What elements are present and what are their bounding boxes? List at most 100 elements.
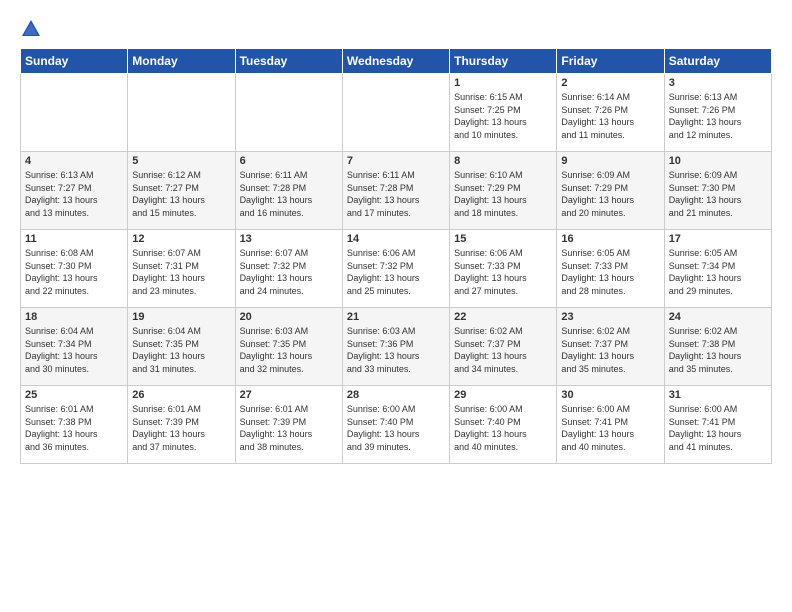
calendar-cell: 12 Sunrise: 6:07 AM Sunset: 7:31 PM Dayli…	[128, 230, 235, 308]
day-number: 21	[347, 311, 445, 323]
day-number: 17	[669, 233, 767, 245]
calendar-cell: 13 Sunrise: 6:07 AM Sunset: 7:32 PM Dayli…	[235, 230, 342, 308]
day-info: Sunrise: 6:04 AM Sunset: 7:34 PM Dayligh…	[25, 325, 123, 375]
calendar-cell: 10 Sunrise: 6:09 AM Sunset: 7:30 PM Dayli…	[664, 152, 771, 230]
day-info: Sunrise: 6:00 AM Sunset: 7:41 PM Dayligh…	[561, 403, 659, 453]
header	[20, 18, 772, 40]
calendar-cell: 25Sunrise: 6:01 AM Sunset: 7:38 PM Dayli…	[21, 386, 128, 464]
day-number: 4	[25, 155, 123, 167]
calendar-cell: 5 Sunrise: 6:12 AM Sunset: 7:27 PM Daylig…	[128, 152, 235, 230]
calendar-cell	[235, 74, 342, 152]
day-number: 22	[454, 311, 552, 323]
day-number: 26	[132, 389, 230, 401]
logo-icon	[20, 18, 42, 40]
col-header-wednesday: Wednesday	[342, 49, 449, 74]
col-header-monday: Monday	[128, 49, 235, 74]
day-number: 24	[669, 311, 767, 323]
day-info: Sunrise: 6:05 AM Sunset: 7:33 PM Dayligh…	[561, 247, 659, 297]
day-info: Sunrise: 6:07 AM Sunset: 7:31 PM Dayligh…	[132, 247, 230, 297]
day-info: Sunrise: 6:08 AM Sunset: 7:30 PM Dayligh…	[25, 247, 123, 297]
calendar-cell: 2 Sunrise: 6:14 AM Sunset: 7:26 PM Daylig…	[557, 74, 664, 152]
day-number: 5	[132, 155, 230, 167]
calendar-cell: 22 Sunrise: 6:02 AM Sunset: 7:37 PM Dayli…	[450, 308, 557, 386]
calendar-cell: 16 Sunrise: 6:05 AM Sunset: 7:33 PM Dayli…	[557, 230, 664, 308]
calendar-header-row: SundayMondayTuesdayWednesdayThursdayFrid…	[21, 49, 772, 74]
week-row-2: 11 Sunrise: 6:08 AM Sunset: 7:30 PM Dayli…	[21, 230, 772, 308]
day-info: Sunrise: 6:06 AM Sunset: 7:32 PM Dayligh…	[347, 247, 445, 297]
day-number: 3	[669, 77, 767, 89]
calendar-cell: 30 Sunrise: 6:00 AM Sunset: 7:41 PM Dayli…	[557, 386, 664, 464]
day-info: Sunrise: 6:02 AM Sunset: 7:37 PM Dayligh…	[454, 325, 552, 375]
calendar-cell: 14 Sunrise: 6:06 AM Sunset: 7:32 PM Dayli…	[342, 230, 449, 308]
calendar-cell: 6Sunrise: 6:11 AM Sunset: 7:28 PM Daylig…	[235, 152, 342, 230]
day-number: 30	[561, 389, 659, 401]
day-number: 28	[347, 389, 445, 401]
day-number: 11	[25, 233, 123, 245]
day-info: Sunrise: 6:03 AM Sunset: 7:36 PM Dayligh…	[347, 325, 445, 375]
day-info: Sunrise: 6:09 AM Sunset: 7:29 PM Dayligh…	[561, 169, 659, 219]
day-info: Sunrise: 6:07 AM Sunset: 7:32 PM Dayligh…	[240, 247, 338, 297]
day-info: Sunrise: 6:12 AM Sunset: 7:27 PM Dayligh…	[132, 169, 230, 219]
calendar-cell: 9 Sunrise: 6:09 AM Sunset: 7:29 PM Daylig…	[557, 152, 664, 230]
day-info: Sunrise: 6:13 AM Sunset: 7:27 PM Dayligh…	[25, 169, 123, 219]
col-header-thursday: Thursday	[450, 49, 557, 74]
day-number: 9	[561, 155, 659, 167]
day-info: Sunrise: 6:00 AM Sunset: 7:41 PM Dayligh…	[669, 403, 767, 453]
calendar-cell: 17 Sunrise: 6:05 AM Sunset: 7:34 PM Dayli…	[664, 230, 771, 308]
day-info: Sunrise: 6:03 AM Sunset: 7:35 PM Dayligh…	[240, 325, 338, 375]
calendar-cell: 15 Sunrise: 6:06 AM Sunset: 7:33 PM Dayli…	[450, 230, 557, 308]
day-number: 20	[240, 311, 338, 323]
calendar-cell: 24 Sunrise: 6:02 AM Sunset: 7:38 PM Dayli…	[664, 308, 771, 386]
day-number: 23	[561, 311, 659, 323]
day-info: Sunrise: 6:04 AM Sunset: 7:35 PM Dayligh…	[132, 325, 230, 375]
day-number: 15	[454, 233, 552, 245]
day-info: Sunrise: 6:06 AM Sunset: 7:33 PM Dayligh…	[454, 247, 552, 297]
col-header-saturday: Saturday	[664, 49, 771, 74]
calendar-cell	[342, 74, 449, 152]
week-row-4: 25Sunrise: 6:01 AM Sunset: 7:38 PM Dayli…	[21, 386, 772, 464]
day-info: Sunrise: 6:10 AM Sunset: 7:29 PM Dayligh…	[454, 169, 552, 219]
calendar-cell: 26 Sunrise: 6:01 AM Sunset: 7:39 PM Dayli…	[128, 386, 235, 464]
calendar-cell: 11 Sunrise: 6:08 AM Sunset: 7:30 PM Dayli…	[21, 230, 128, 308]
calendar-cell: 28Sunrise: 6:00 AM Sunset: 7:40 PM Dayli…	[342, 386, 449, 464]
day-number: 14	[347, 233, 445, 245]
day-info: Sunrise: 6:01 AM Sunset: 7:39 PM Dayligh…	[240, 403, 338, 453]
day-number: 8	[454, 155, 552, 167]
calendar-cell: 4 Sunrise: 6:13 AM Sunset: 7:27 PM Daylig…	[21, 152, 128, 230]
day-number: 12	[132, 233, 230, 245]
logo	[20, 18, 46, 40]
day-number: 2	[561, 77, 659, 89]
day-number: 19	[132, 311, 230, 323]
day-number: 27	[240, 389, 338, 401]
calendar-cell: 23 Sunrise: 6:02 AM Sunset: 7:37 PM Dayli…	[557, 308, 664, 386]
calendar-cell: 1 Sunrise: 6:15 AM Sunset: 7:25 PM Daylig…	[450, 74, 557, 152]
day-info: Sunrise: 6:14 AM Sunset: 7:26 PM Dayligh…	[561, 91, 659, 141]
day-info: Sunrise: 6:15 AM Sunset: 7:25 PM Dayligh…	[454, 91, 552, 141]
day-info: Sunrise: 6:09 AM Sunset: 7:30 PM Dayligh…	[669, 169, 767, 219]
day-number: 10	[669, 155, 767, 167]
calendar-cell: 8 Sunrise: 6:10 AM Sunset: 7:29 PM Daylig…	[450, 152, 557, 230]
day-info: Sunrise: 6:05 AM Sunset: 7:34 PM Dayligh…	[669, 247, 767, 297]
day-info: Sunrise: 6:02 AM Sunset: 7:37 PM Dayligh…	[561, 325, 659, 375]
calendar-cell: 20 Sunrise: 6:03 AM Sunset: 7:35 PM Dayli…	[235, 308, 342, 386]
calendar-cell	[128, 74, 235, 152]
col-header-sunday: Sunday	[21, 49, 128, 74]
day-number: 29	[454, 389, 552, 401]
calendar-cell: 27 Sunrise: 6:01 AM Sunset: 7:39 PM Dayli…	[235, 386, 342, 464]
calendar-cell: 3 Sunrise: 6:13 AM Sunset: 7:26 PM Daylig…	[664, 74, 771, 152]
day-info: Sunrise: 6:01 AM Sunset: 7:39 PM Dayligh…	[132, 403, 230, 453]
calendar-cell: 19 Sunrise: 6:04 AM Sunset: 7:35 PM Dayli…	[128, 308, 235, 386]
calendar: SundayMondayTuesdayWednesdayThursdayFrid…	[20, 48, 772, 464]
week-row-1: 4 Sunrise: 6:13 AM Sunset: 7:27 PM Daylig…	[21, 152, 772, 230]
day-info: Sunrise: 6:13 AM Sunset: 7:26 PM Dayligh…	[669, 91, 767, 141]
col-header-tuesday: Tuesday	[235, 49, 342, 74]
day-number: 6	[240, 155, 338, 167]
day-number: 25	[25, 389, 123, 401]
day-number: 13	[240, 233, 338, 245]
day-number: 31	[669, 389, 767, 401]
day-number: 1	[454, 77, 552, 89]
calendar-cell: 29Sunrise: 6:00 AM Sunset: 7:40 PM Dayli…	[450, 386, 557, 464]
calendar-cell	[21, 74, 128, 152]
day-info: Sunrise: 6:02 AM Sunset: 7:38 PM Dayligh…	[669, 325, 767, 375]
day-number: 16	[561, 233, 659, 245]
